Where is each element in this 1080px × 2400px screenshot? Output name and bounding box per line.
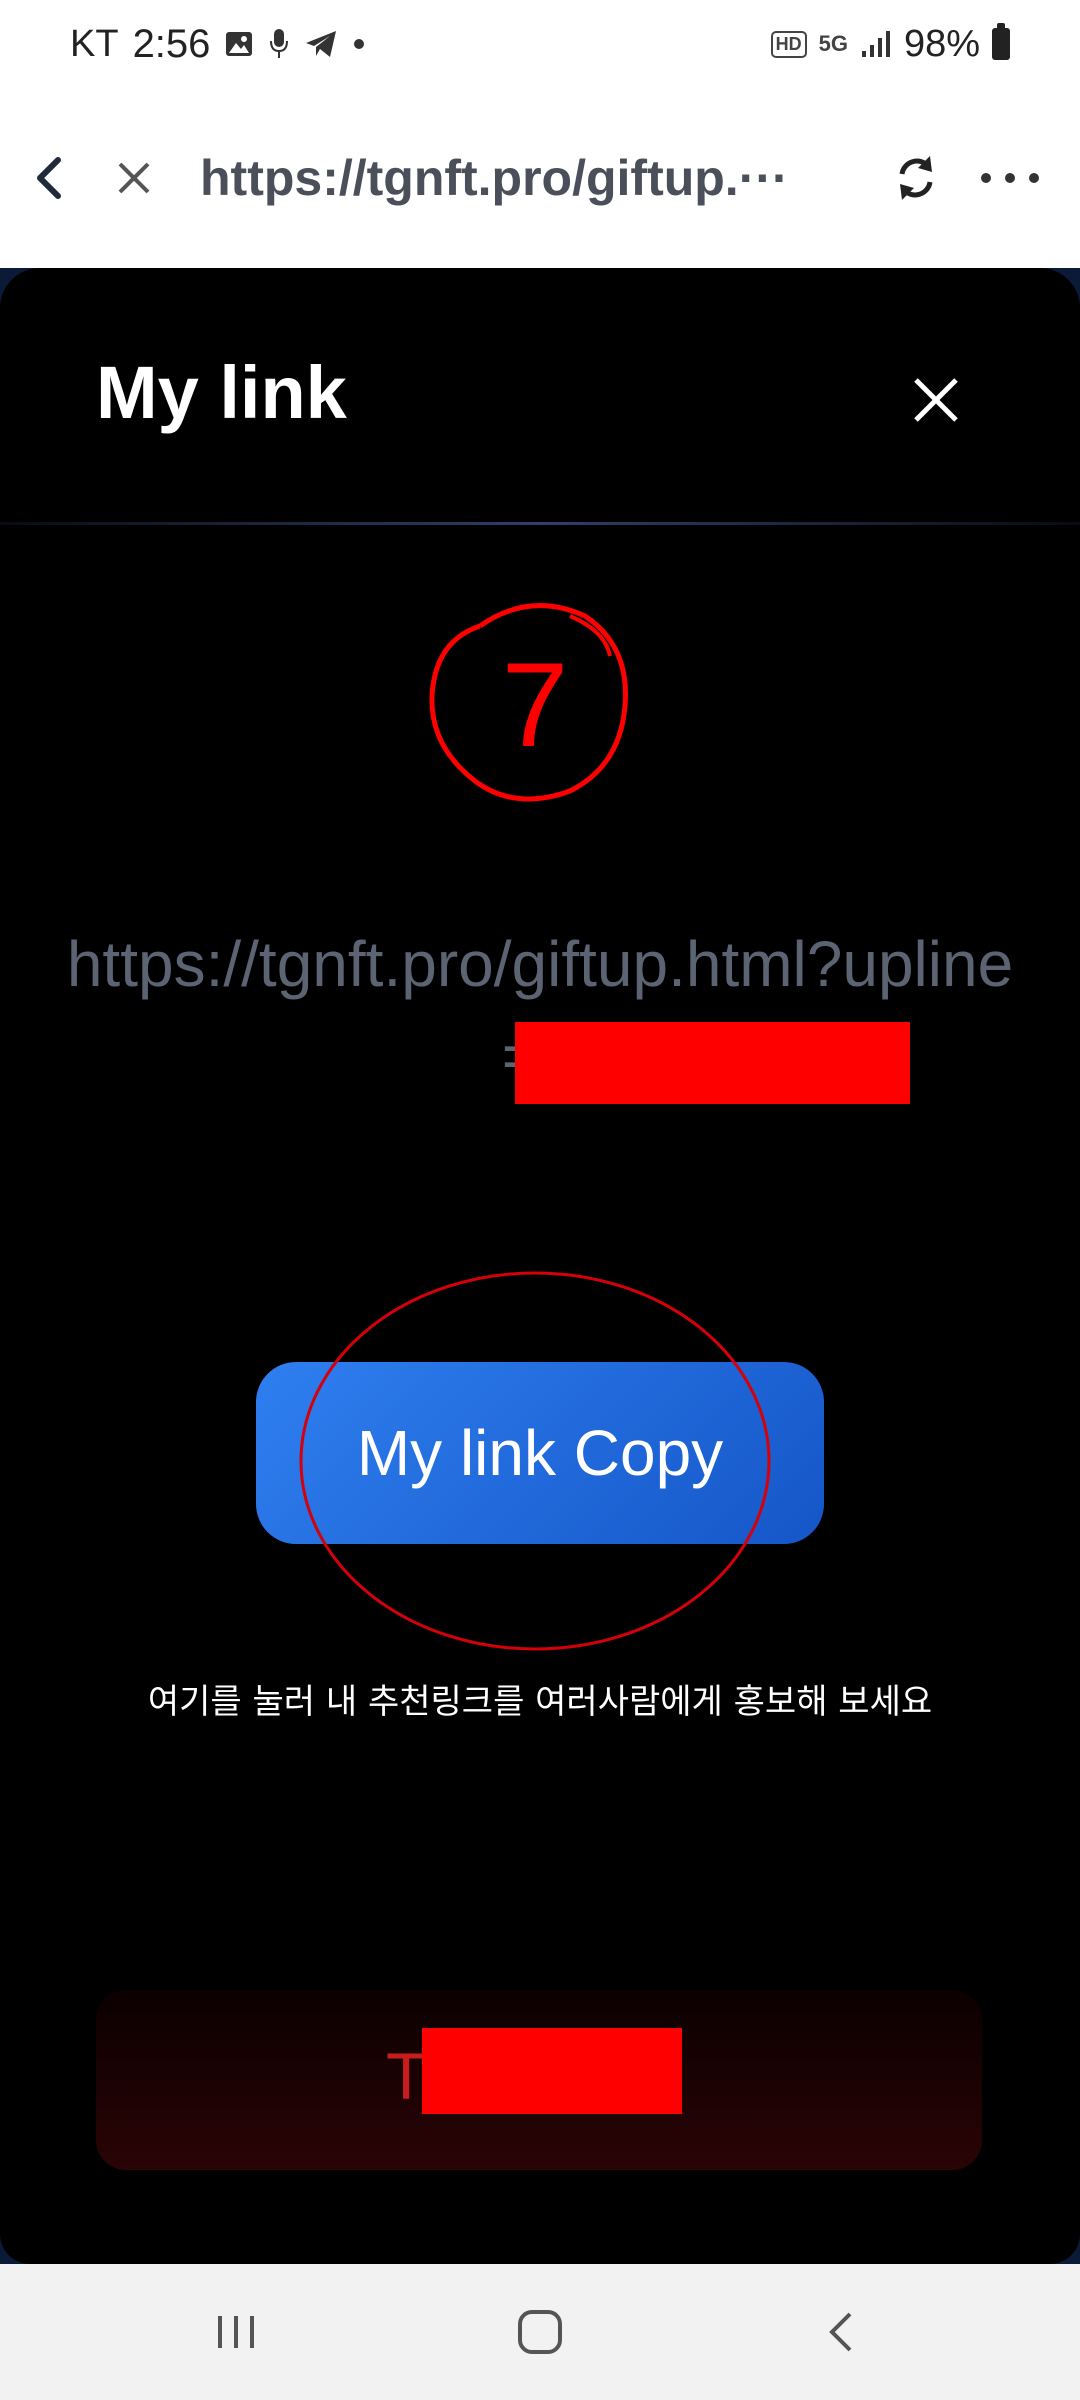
back-arrow-icon[interactable] (26, 146, 72, 210)
status-left: KT 2:56 (70, 18, 366, 70)
hint-text: 여기를 눌러 내 추천링크를 여러사람에게 홍보해 보세요 (147, 1682, 933, 1722)
carrier-label: KT (70, 22, 119, 65)
signal-icon (861, 31, 890, 57)
redaction-block (422, 2028, 682, 2114)
screen: KT 2:56 HD 5G 98% https://tgnft.pro/gift… (0, 0, 1080, 2400)
modal-divider (0, 522, 1080, 525)
my-link-modal: My link 7 https://tgnft.pro/giftup.html?… (0, 268, 1080, 2264)
status-right: HD 5G 98% (770, 18, 1010, 70)
hd-voice-icon: HD (770, 30, 807, 58)
system-navigation-bar (0, 2264, 1080, 2400)
battery-percent: 98% (903, 22, 980, 65)
back-icon[interactable] (822, 2304, 862, 2360)
recent-apps-icon[interactable] (212, 2304, 260, 2360)
home-icon[interactable] (514, 2304, 566, 2360)
network-5g-icon: 5G (818, 31, 848, 56)
close-tab-icon[interactable] (112, 152, 156, 204)
gallery-icon (226, 32, 253, 56)
telegram-icon (306, 31, 337, 57)
clock: 2:56 (132, 21, 211, 66)
redaction-block (515, 1022, 910, 1104)
annotation-step-7: 7 (429, 603, 628, 802)
battery-icon (992, 23, 1010, 60)
close-icon[interactable] (906, 370, 966, 430)
modal-title: My link (96, 351, 347, 434)
refresh-icon[interactable] (890, 150, 942, 206)
status-bar: KT 2:56 HD 5G 98% (0, 0, 1080, 88)
mic-icon (270, 29, 289, 58)
browser-toolbar: https://tgnft.pro/giftup.··· (0, 88, 1080, 268)
my-link-copy-button[interactable]: My link Copy (256, 1362, 824, 1544)
dot-icon (354, 39, 365, 49)
annotation-number: 7 (502, 638, 569, 772)
more-options-icon[interactable] (978, 148, 1042, 208)
url-bar[interactable]: https://tgnft.pro/giftup.··· (200, 148, 800, 208)
